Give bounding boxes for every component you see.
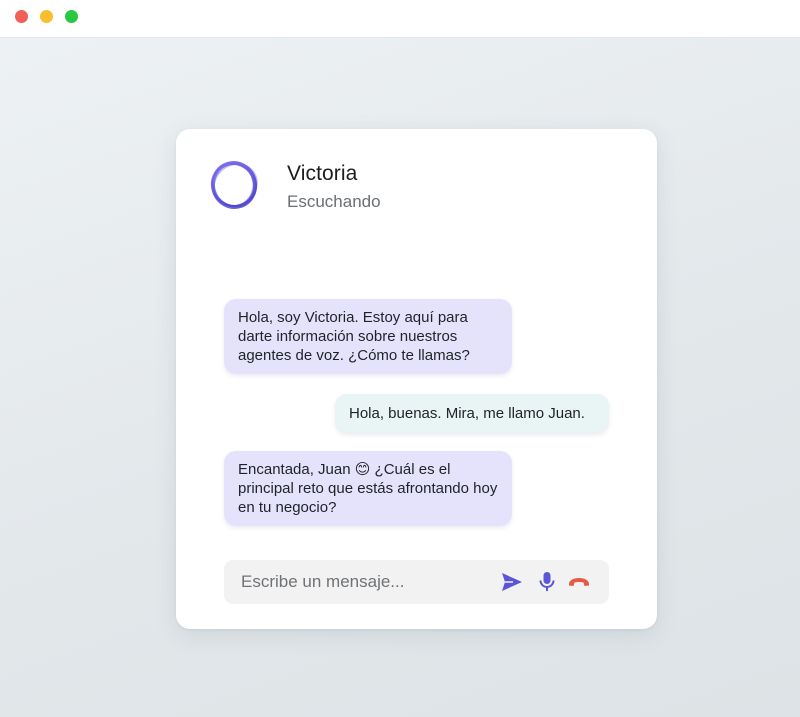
message-input[interactable] — [224, 560, 494, 604]
microphone-icon[interactable] — [534, 569, 560, 595]
agent-name: Victoria — [287, 162, 358, 185]
message-bubble-agent: Encantada, Juan 😊 ¿Cuál es el principal … — [224, 451, 512, 526]
chat-widget: Victoria Escuchando Hola, soy Victoria. … — [176, 129, 657, 629]
window-titlebar — [0, 0, 800, 38]
ring-logo-icon — [200, 151, 268, 219]
window-minimize-button[interactable] — [40, 10, 53, 23]
hang-up-icon[interactable] — [566, 569, 592, 595]
message-bubble-user: Hola, buenas. Mira, me llamo Juan. — [335, 394, 609, 433]
send-icon[interactable] — [499, 569, 525, 595]
message-composer — [224, 560, 609, 604]
window-maximize-button[interactable] — [65, 10, 78, 23]
message-bubble-agent: Hola, soy Victoria. Estoy aquí para dart… — [224, 299, 512, 374]
window-close-button[interactable] — [15, 10, 28, 23]
agent-status: Escuchando — [287, 192, 381, 211]
